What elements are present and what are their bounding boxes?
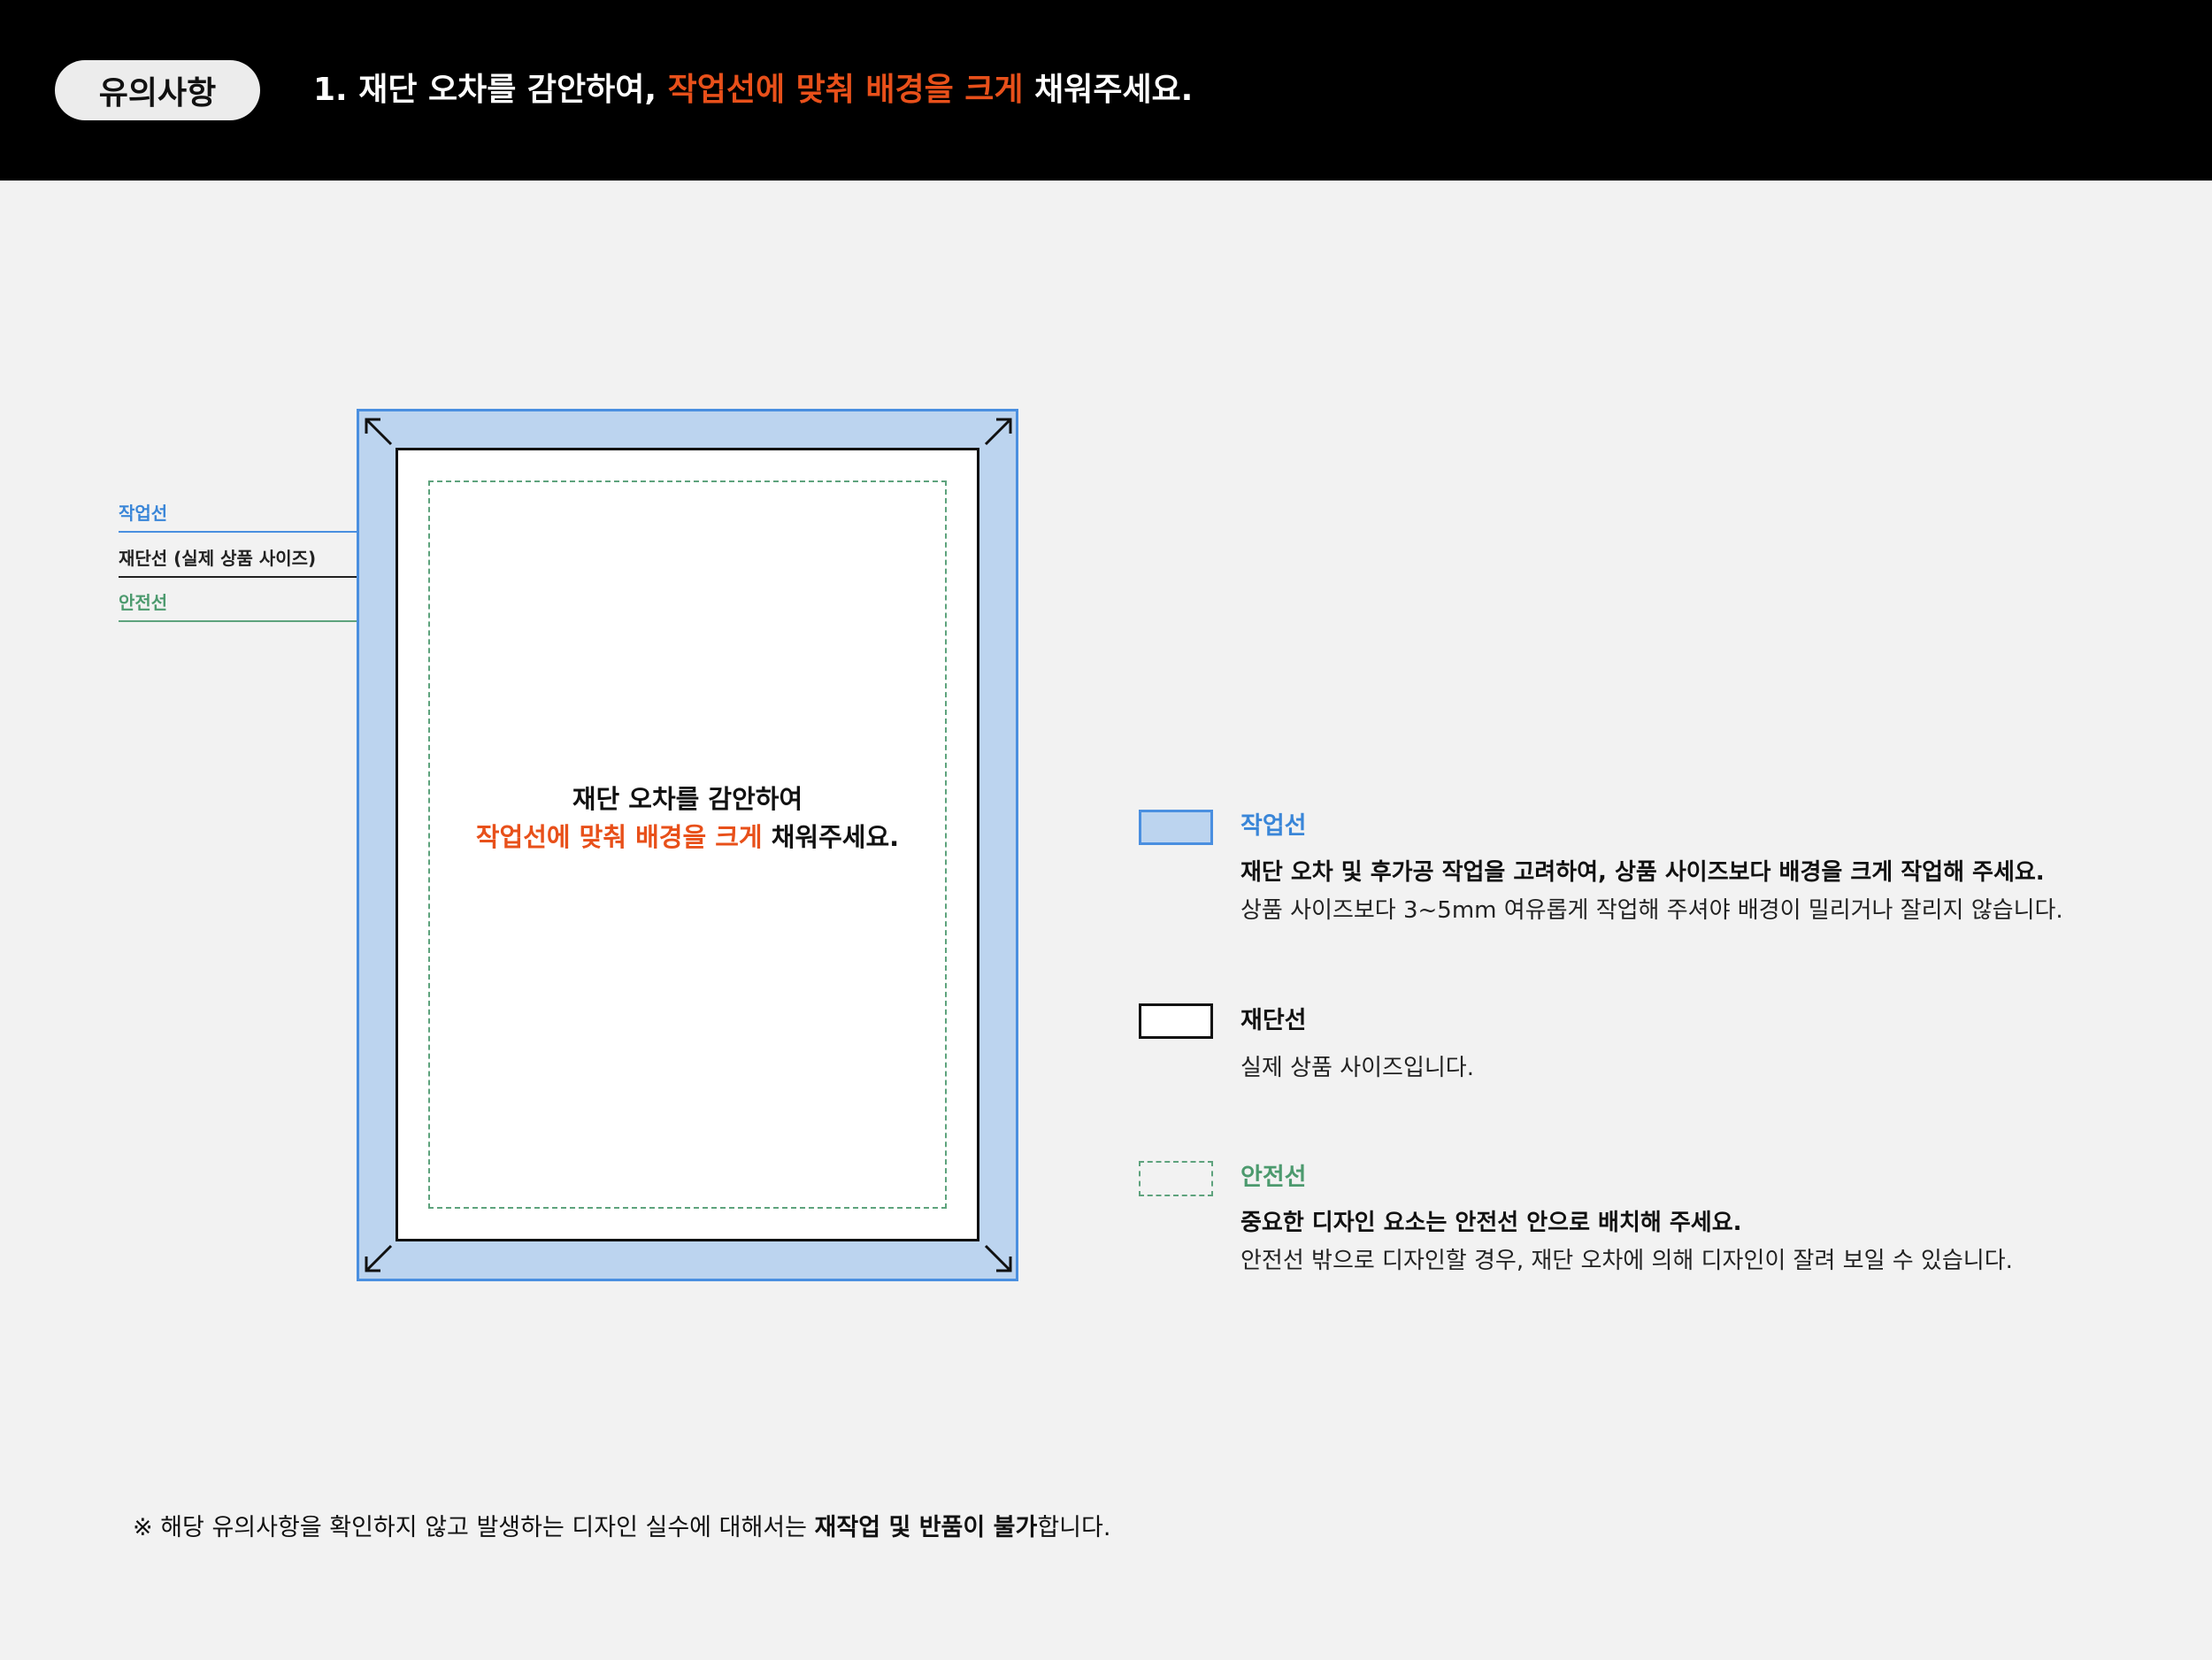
header-title: 1. 재단 오차를 감안하여, 작업선에 맞춰 배경을 크게 채워주세요.	[313, 67, 1193, 113]
legend-swatch-bleed	[1139, 810, 1213, 845]
legend-title-safe: 안전선	[1240, 1164, 1307, 1191]
footer-prefix: ※ 해당 유의사항을 확인하지 않고 발생하는 디자인 실수에 대해서는	[133, 1514, 815, 1541]
arrow-top-right-icon	[984, 418, 1012, 446]
diagram-center-text: 재단 오차를 감안하여 작업선에 맞춰 배경을 크게 채워주세요.	[396, 780, 979, 857]
notice-badge: 유의사항	[55, 60, 260, 120]
legend-bold-safe: 중요한 디자인 요소는 안전선 안으로 배치해 주세요.	[1240, 1210, 1742, 1236]
label-bleed-line: 작업선	[119, 503, 168, 524]
center-text-line1: 재단 오차를 감안하여	[572, 784, 803, 814]
arrow-bottom-right-icon	[984, 1244, 1012, 1272]
legend-title-bleed: 작업선	[1240, 812, 1307, 840]
center-text-highlight: 작업선에 맞춰 배경을 크게	[475, 822, 763, 852]
label-trim-line: 재단선 (실제 상품 사이즈)	[119, 548, 317, 569]
legend-title-trim: 재단선	[1240, 1007, 1307, 1034]
header-title-highlight: 작업선에 맞춰 배경을 크게	[667, 72, 1024, 108]
label-safe-line: 안전선	[119, 592, 168, 613]
legend-text-bleed: 상품 사이즈보다 3~5mm 여유롭게 작업해 주셔야 배경이 밀리거나 잘리지…	[1240, 897, 2063, 924]
legend-text-safe: 안전선 밖으로 디자인할 경우, 재단 오차에 의해 디자인이 잘려 보일 수 …	[1240, 1248, 2013, 1274]
notice-badge-label: 유의사항	[98, 75, 217, 111]
leader-line-bleed	[119, 531, 357, 533]
header-title-prefix: 1. 재단 오차를 감안하여,	[313, 72, 668, 108]
header-title-suffix: 채워주세요.	[1023, 72, 1194, 108]
legend-bold-bleed: 재단 오차 및 후가공 작업을 고려하여, 상품 사이즈보다 배경을 크게 작업…	[1240, 859, 2045, 886]
footer-suffix: 합니다.	[1037, 1514, 1111, 1541]
leader-line-trim	[119, 576, 397, 578]
footer-bold: 재작업 및 반품이 불가	[814, 1514, 1038, 1541]
legend-swatch-trim	[1139, 1003, 1213, 1039]
legend-text-trim: 실제 상품 사이즈입니다.	[1240, 1055, 1474, 1081]
arrow-bottom-left-icon	[365, 1244, 393, 1272]
center-text-suffix: 채워주세요.	[762, 822, 900, 852]
header-bar: 유의사항 1. 재단 오차를 감안하여, 작업선에 맞춰 배경을 크게 채워주세…	[0, 0, 2212, 181]
legend-swatch-safe	[1139, 1161, 1213, 1196]
footer-notice: ※ 해당 유의사항을 확인하지 않고 발생하는 디자인 실수에 대해서는 재작업…	[133, 1510, 1110, 1546]
arrow-top-left-icon	[365, 418, 393, 446]
center-text-line2: 작업선에 맞춰 배경을 크게 채워주세요.	[396, 818, 979, 857]
